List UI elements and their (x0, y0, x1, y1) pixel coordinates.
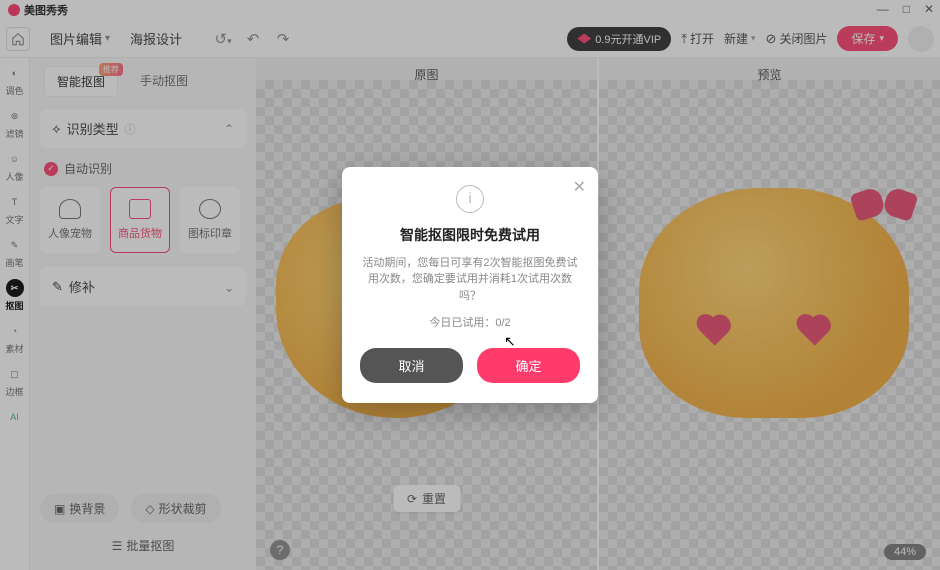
modal-ok-button[interactable]: 确定 (477, 348, 580, 383)
modal-title: 智能抠图限时免费试用 (400, 225, 540, 245)
modal-cancel-button[interactable]: 取消 (360, 348, 463, 383)
modal-count: 今日已试用：0/2 (429, 314, 510, 330)
modal-overlay: ✕ i 智能抠图限时免费试用 活动期间，您每日可享有2次智能抠图免费试用次数，您… (0, 0, 940, 570)
info-icon: i (456, 185, 484, 213)
modal-description: 活动期间，您每日可享有2次智能抠图免费试用次数，您确定要试用并消耗1次试用次数吗… (360, 255, 580, 305)
modal-close-button[interactable]: ✕ (573, 177, 586, 197)
trial-modal: ✕ i 智能抠图限时免费试用 活动期间，您每日可享有2次智能抠图免费试用次数，您… (342, 167, 598, 404)
